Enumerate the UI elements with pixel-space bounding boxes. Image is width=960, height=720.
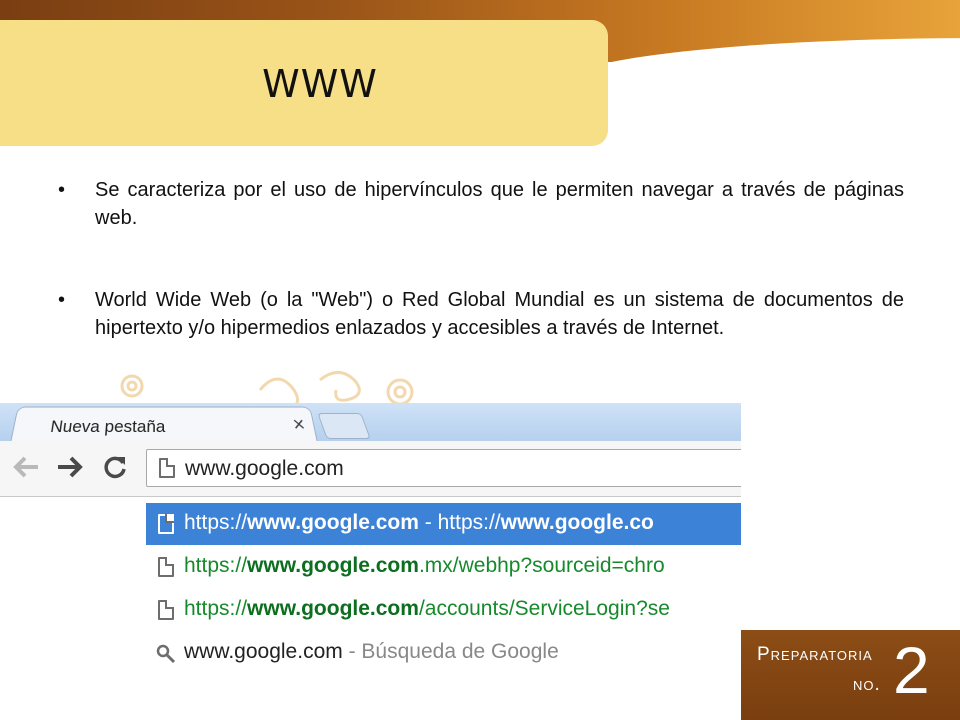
close-icon[interactable]: × (291, 414, 307, 436)
slide-title: WWW (262, 62, 378, 106)
preparatoria-logo: Preparatoria no. 2 (741, 630, 960, 720)
browser-screenshot: Nueva pestaña × www.google.com https://w… (0, 403, 741, 720)
bullet-text: World Wide Web (o la "Web") o Red Global… (95, 289, 904, 339)
suggestion-text: www.google.com - Búsqueda de Google (184, 640, 559, 663)
tab-nueva-pestana[interactable]: Nueva pestaña × (10, 406, 318, 443)
omnibox-suggestions: https://www.google.com - https://www.goo… (146, 499, 741, 720)
forward-arrow-icon[interactable] (56, 455, 84, 479)
bullet-list: • Se caracteriza por el uso de hipervínc… (58, 176, 904, 342)
suggestion-text: https://www.google.com.mx/webhp?sourceid… (184, 554, 665, 577)
bullet-item: • World Wide Web (o la "Web") o Red Glob… (58, 286, 904, 342)
suggestion-item[interactable]: www.google.com - Búsqueda de Google (146, 632, 741, 674)
logo-line1: Preparatoria (757, 644, 873, 665)
page-icon (158, 557, 174, 577)
logo-line2: no. (853, 674, 881, 695)
new-tab-button[interactable] (317, 413, 371, 439)
search-icon (156, 644, 176, 664)
suggestion-item[interactable]: https://www.google.com.mx/webhp?sourceid… (146, 546, 741, 588)
suggestion-text: https://www.google.com - https://www.goo… (184, 511, 654, 534)
suggestion-item[interactable]: https://www.google.com/accounts/ServiceL… (146, 589, 741, 631)
suggestion-text: https://www.google.com/accounts/ServiceL… (184, 597, 670, 620)
bullet-text: Se caracteriza por el uso de hipervíncul… (95, 179, 904, 229)
reload-icon[interactable] (102, 454, 128, 480)
logo-number: 2 (893, 633, 930, 707)
bullet-item: • Se caracteriza por el uso de hipervínc… (58, 176, 904, 232)
tab-label: Nueva pestaña (49, 417, 166, 437)
address-bar-text: www.google.com (185, 457, 344, 480)
bullet-symbol: • (58, 179, 66, 201)
suggestion-item[interactable]: https://www.google.com - https://www.goo… (146, 503, 741, 545)
address-bar[interactable]: www.google.com (146, 449, 741, 487)
page-icon (158, 600, 174, 620)
bullet-symbol: • (58, 289, 66, 311)
back-arrow-icon[interactable] (12, 455, 40, 479)
page-icon (159, 458, 175, 478)
page-icon (158, 514, 174, 534)
